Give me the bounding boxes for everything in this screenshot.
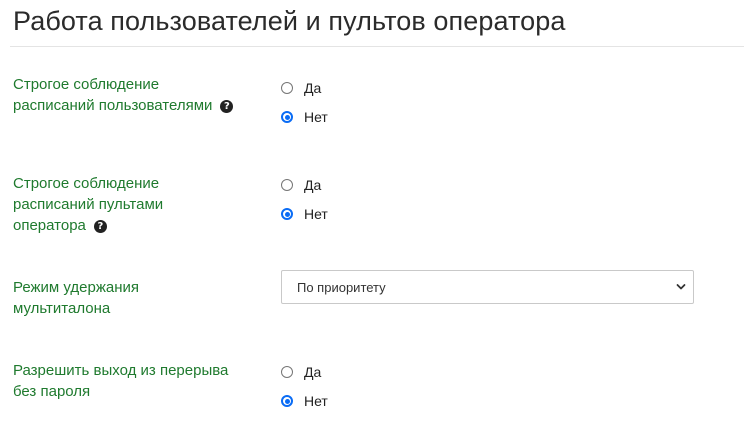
settings-page: Работа пользователей и пультов оператора… xyxy=(0,0,744,427)
question-circle-icon[interactable]: ? xyxy=(93,220,107,233)
setting-label-strict-schedule-users: Строгое соблюдение расписаний пользовате… xyxy=(13,74,253,116)
radio-button[interactable] xyxy=(281,208,293,220)
radio-label: Нет xyxy=(304,206,328,222)
multiticket-hold-mode-select[interactable]: По приоритету xyxy=(281,270,694,304)
radio-strict-schedule-users-yes[interactable]: Да xyxy=(281,78,321,98)
label-line: без пароля xyxy=(13,383,91,400)
setting-label-break-exit-no-password: Разрешить выход из перерыва без пароля xyxy=(13,360,253,402)
question-circle-icon[interactable]: ? xyxy=(220,100,234,113)
radio-strict-schedule-consoles-yes[interactable]: Да xyxy=(281,175,321,195)
radio-button[interactable] xyxy=(281,366,293,378)
label-line: оператора xyxy=(13,217,86,234)
label-line-with-help: оператора? xyxy=(13,215,253,236)
label-line: расписаний пользователями xyxy=(13,97,213,114)
radio-label: Нет xyxy=(304,109,328,125)
label-line: Строгое соблюдение xyxy=(13,175,160,192)
radio-break-exit-no-password-yes[interactable]: Да xyxy=(281,362,321,382)
radio-label: Да xyxy=(304,177,322,193)
radio-button[interactable] xyxy=(281,395,293,407)
radio-label: Да xyxy=(304,364,322,380)
label-line: Режим удержания xyxy=(13,279,140,296)
label-line-with-help: расписаний пользователями? xyxy=(13,95,253,116)
page-title: Работа пользователей и пультов оператора xyxy=(13,6,566,36)
radio-button[interactable] xyxy=(281,82,293,94)
radio-label: Да xyxy=(304,80,322,96)
radio-break-exit-no-password-no[interactable]: Нет xyxy=(281,391,328,411)
label-line: Разрешить выход из перерыва xyxy=(13,362,229,379)
radio-button[interactable] xyxy=(281,179,293,191)
label-line: мультиталона xyxy=(13,300,111,317)
label-line: Строгое соблюдение xyxy=(13,76,160,93)
radio-label: Нет xyxy=(304,393,328,409)
select-value: По приоритету xyxy=(297,279,386,295)
setting-label-multiticket-hold-mode: Режим удержания мультиталона xyxy=(13,277,253,319)
setting-label-strict-schedule-consoles: Строгое соблюдение расписаний пультами о… xyxy=(13,173,253,236)
radio-strict-schedule-consoles-no[interactable]: Нет xyxy=(281,204,328,224)
radio-strict-schedule-users-no[interactable]: Нет xyxy=(281,107,328,127)
title-divider xyxy=(10,46,744,47)
label-line: расписаний пультами xyxy=(13,196,164,213)
chevron-down-icon xyxy=(676,284,686,290)
radio-button[interactable] xyxy=(281,111,293,123)
